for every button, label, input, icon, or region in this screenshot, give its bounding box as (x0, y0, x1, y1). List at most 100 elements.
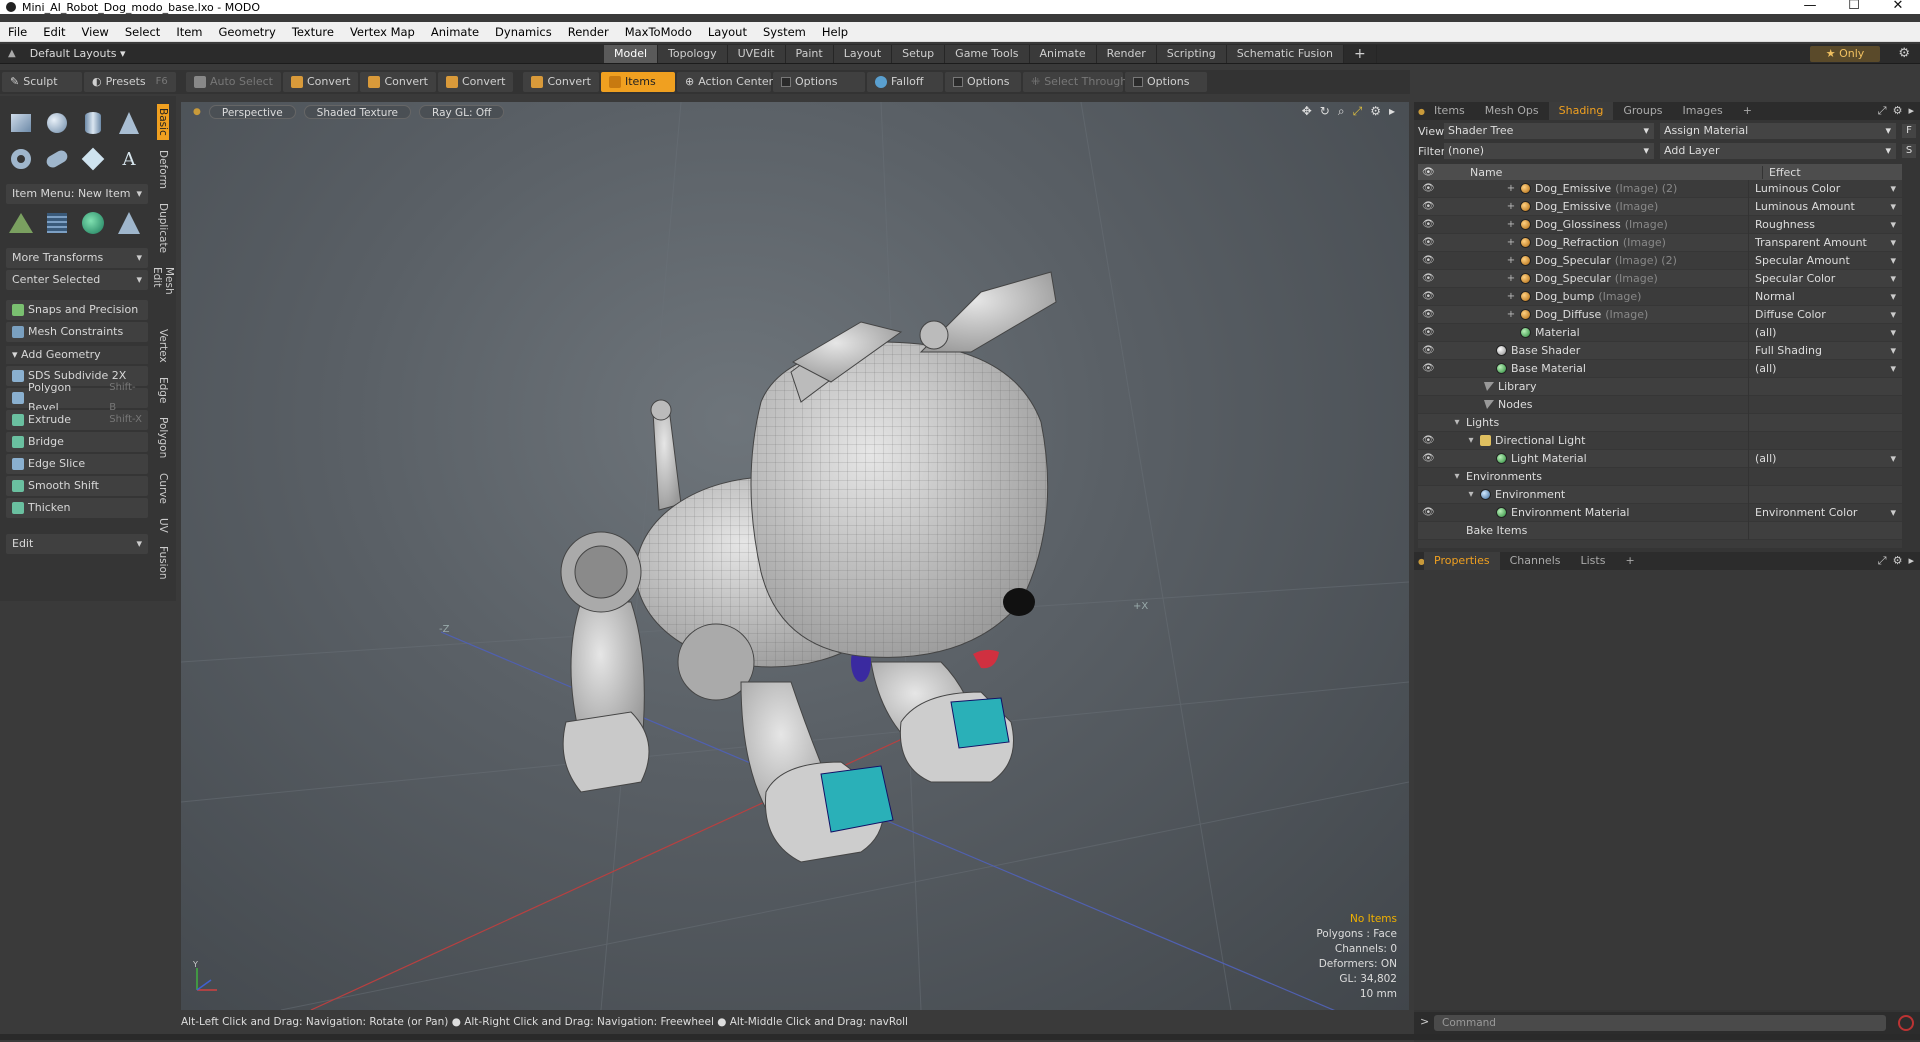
smooth-shift-button[interactable]: Smooth Shift (6, 476, 148, 496)
add-properties-tab-button[interactable]: + (1615, 552, 1644, 570)
menu-animate[interactable]: Animate (423, 25, 487, 39)
tab-images[interactable]: Images (1673, 102, 1733, 120)
expand-toggle-icon[interactable]: + (1506, 291, 1516, 302)
shader-tree-row[interactable]: 👁 + Dog_Glossiness (Image) Roughness (1418, 215, 1902, 234)
s-button[interactable]: S (1902, 144, 1916, 158)
command-input[interactable]: Command (1434, 1015, 1886, 1031)
filter-select[interactable]: (none) (1444, 143, 1654, 159)
visibility-eye-icon[interactable]: 👁 (1418, 309, 1435, 320)
properties-expand-icon[interactable]: ⤢ (1878, 554, 1887, 568)
panel-gear-icon[interactable]: ⚙ (1893, 104, 1903, 118)
snaps-precision-button[interactable]: Snaps and Precision (6, 300, 148, 320)
name-column-header[interactable]: Name (1432, 166, 1762, 179)
zoom-icon[interactable]: ⌕ (1338, 104, 1345, 119)
torus-primitive-button[interactable] (6, 144, 36, 174)
edge-slice-button[interactable]: Edge Slice (6, 454, 148, 474)
shader-tree-row[interactable]: 👁 Material (all) (1418, 323, 1902, 342)
gear-icon[interactable]: ⚙ (1898, 46, 1910, 61)
menu-view[interactable]: View (74, 25, 117, 39)
effect-dropdown[interactable]: (all) (1748, 449, 1902, 468)
shader-tree-row[interactable]: 👁 Base Material (all) (1418, 359, 1902, 378)
tab-uvedit[interactable]: UVEdit (727, 45, 786, 63)
minimize-button[interactable]: — (1788, 0, 1832, 13)
perspective-button[interactable]: Perspective (208, 105, 296, 119)
shader-tree-row[interactable]: Nodes (1418, 395, 1902, 414)
tab-groups[interactable]: Groups (1613, 102, 1672, 120)
expand-toggle-icon[interactable]: + (1506, 309, 1516, 320)
shader-tree-row[interactable]: 👁 + Dog_Emissive (Image) Luminous Amount (1418, 197, 1902, 216)
shader-tree-row[interactable]: 👁 + Dog_Emissive (Image) (2) Luminous Color (1418, 179, 1902, 198)
panel-collapse-icon[interactable]: ▸ (1908, 104, 1914, 118)
visibility-eye-icon[interactable]: 👁 (1418, 183, 1435, 194)
visibility-eye-icon[interactable]: 👁 (1418, 291, 1435, 302)
tab-setup[interactable]: Setup (892, 45, 946, 63)
sculpt-button[interactable]: ✎ Sculpt (2, 72, 82, 92)
tab-topology[interactable]: Topology (658, 45, 728, 63)
shader-tree-row[interactable]: ▾ Environments (1418, 467, 1902, 486)
panel-menu-icon[interactable]: ● (1414, 107, 1425, 116)
presets-button[interactable]: ◐ Presets F6 (84, 72, 176, 92)
visibility-eye-icon[interactable]: 👁 (1418, 507, 1435, 518)
sphere-primitive-button[interactable] (42, 108, 72, 138)
shader-tree-row[interactable]: 👁 + Dog_Specular (Image) (2) Specular Amount (1418, 251, 1902, 270)
expand-toggle-icon[interactable]: + (1506, 237, 1516, 248)
effect-dropdown[interactable]: Specular Amount (1748, 251, 1902, 270)
convert-vertices-button[interactable]: Convert (282, 72, 359, 92)
grid-tool-button[interactable] (42, 208, 72, 238)
visibility-eye-icon[interactable]: 👁 (1418, 327, 1435, 338)
select-through-button[interactable]: ⁜ Select Through (1022, 72, 1127, 92)
shader-tree-row[interactable]: ▾ Lights (1418, 413, 1902, 432)
visibility-eye-icon[interactable]: 👁 (1418, 363, 1435, 374)
effect-dropdown[interactable]: Roughness (1748, 215, 1902, 234)
text-tool-button[interactable]: A (114, 144, 144, 174)
tab-shading[interactable]: Shading (1548, 102, 1614, 120)
visibility-eye-icon[interactable]: 👁 (1418, 453, 1435, 464)
3d-viewport[interactable]: -Z +X ● Perspective Shaded Texture Ray G… (181, 102, 1409, 1010)
effect-dropdown[interactable]: Normal (1748, 287, 1902, 306)
panel-expand-icon[interactable]: ⤢ (1878, 104, 1887, 118)
transform-tool-button[interactable] (6, 208, 36, 238)
properties-menu-icon[interactable]: ● (1414, 557, 1425, 566)
convert-polygons-button[interactable]: Convert (437, 72, 514, 92)
tab-animate[interactable]: Animate (1029, 45, 1097, 63)
items-mode-button[interactable]: Items (600, 72, 675, 92)
globe-tool-button[interactable] (78, 208, 108, 238)
view-select[interactable]: Shader Tree (1444, 123, 1654, 139)
menu-maxtomodo[interactable]: MaxToModo (617, 25, 700, 39)
menu-render[interactable]: Render (560, 25, 617, 39)
menu-system[interactable]: System (755, 25, 814, 39)
vtab-duplicate[interactable]: Duplicate (157, 199, 169, 257)
shader-tree-row[interactable]: 👁 + Dog_Refraction (Image) Transparent Amoun… (1418, 233, 1902, 252)
polygon-bevel-button[interactable]: Polygon Bevel Shift-B (6, 381, 148, 414)
effect-dropdown[interactable]: Diffuse Color (1748, 305, 1902, 324)
shader-tree-row[interactable]: 👁 ▾ Directional Light (1418, 431, 1902, 450)
maximize-button[interactable]: ☐ (1832, 0, 1876, 13)
tab-model[interactable]: Model (604, 45, 659, 63)
shader-tree-row[interactable]: 👁 Light Material (all) (1418, 449, 1902, 468)
raygl-button[interactable]: Ray GL: Off (419, 105, 505, 119)
pan-icon[interactable]: ✥ (1302, 104, 1312, 119)
capsule-primitive-button[interactable] (42, 144, 72, 174)
menu-dynamics[interactable]: Dynamics (487, 25, 560, 39)
visibility-eye-icon[interactable]: 👁 (1418, 345, 1435, 356)
add-tab-button[interactable]: + (1344, 45, 1377, 63)
cylinder-primitive-button[interactable] (78, 108, 108, 138)
visibility-eye-icon[interactable]: 👁 (1418, 435, 1435, 446)
effect-dropdown[interactable]: (all) (1748, 323, 1902, 342)
tab-schematic-fusion[interactable]: Schematic Fusion (1226, 45, 1345, 63)
shaded-texture-button[interactable]: Shaded Texture (303, 105, 411, 119)
shader-tree-row[interactable]: Library (1418, 377, 1902, 396)
visibility-eye-icon[interactable]: 👁 (1418, 237, 1435, 248)
edit-dropdown[interactable]: Edit (6, 534, 148, 554)
vtab-vertex[interactable]: Vertex (157, 325, 169, 367)
item-menu-dropdown[interactable]: Item Menu: New Item (6, 184, 148, 204)
expand-toggle-icon[interactable]: + (1506, 201, 1516, 212)
effect-dropdown[interactable]: Environment Color (1748, 503, 1902, 522)
shader-tree-row[interactable]: 👁 + Dog_Diffuse (Image) Diffuse Color (1418, 305, 1902, 324)
effect-dropdown[interactable]: Specular Color (1748, 269, 1902, 288)
effect-dropdown[interactable]: Luminous Color (1748, 179, 1902, 198)
convert-edges-button[interactable]: Convert (360, 72, 436, 92)
expand-toggle-icon[interactable]: + (1506, 255, 1516, 266)
vtab-polygon[interactable]: Polygon (157, 413, 169, 462)
thicken-button[interactable]: Thicken (6, 498, 148, 518)
